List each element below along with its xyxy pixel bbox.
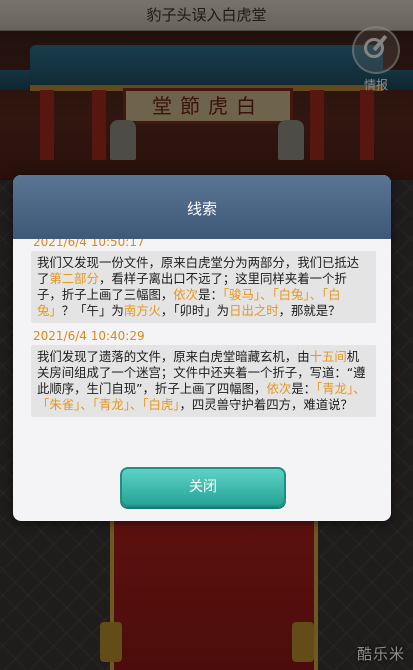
clue-text-segment: ？「午」为 [61,303,124,318]
clue-text-segment: 是： [291,381,317,396]
clue-text: 我们发现了遗落的文件，原来白虎堂暗藏玄机，由十五间机关房间组成了一个迷宫；文件中… [31,345,376,417]
clue-list[interactable]: 2021/6/4 10:50:17 我们又发现一份文件，原来白虎堂分为两部分，我… [31,239,376,449]
clue-timestamp: 2021/6/4 10:50:17 [33,239,145,249]
clue-keyword: 十五间 [309,349,347,364]
clue-keyword: 依次 [173,287,199,302]
clue-dialog: 线索 2021/6/4 10:50:17 我们又发现一份文件，原来白虎堂分为两部… [13,175,391,521]
clue-timestamp: 2021/6/4 10:40:29 [33,329,145,343]
clue-keyword: 日出之时 [229,303,279,318]
dialog-title: 线索 [13,175,391,239]
clue-text-segment: ，「卯时」为 [160,303,230,318]
clue-keyword: 依次 [266,381,292,396]
clue-text-segment: 是： [198,287,223,302]
clue-text-segment: 我们发现了遗落的文件，原来白虎堂暗藏玄机，由 [37,349,310,364]
clue-text: 我们又发现一份文件，原来白虎堂分为两部分，我们已抵达了第二部分，看样子离出口不远… [31,251,376,323]
clue-keyword: 南方火 [123,303,161,318]
clue-keyword: 第二部分 [49,271,99,286]
clue-text-segment: ，那就是？ [278,303,341,318]
clue-text-segment: ，四灵兽守护着四方，难道说？ [179,397,353,412]
close-button[interactable]: 关闭 [120,467,286,507]
